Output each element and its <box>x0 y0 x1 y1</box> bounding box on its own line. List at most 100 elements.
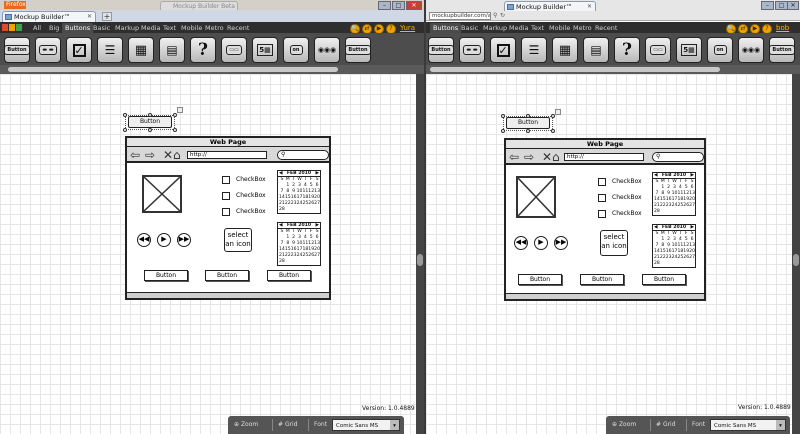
zoom-button[interactable]: ⊕ Zoom <box>612 416 636 434</box>
media-icon[interactable]: ◉◉◉ <box>314 37 340 63</box>
zoom-button[interactable]: ⊕ Zoom <box>234 416 258 434</box>
category-tab-recent[interactable]: Recent <box>592 23 620 33</box>
resize-handle[interactable] <box>123 113 127 117</box>
webpage-mockup[interactable]: Web Page ⇦ ⇨ ✕ ⌂ http:// ⚲ CheckBox Chec… <box>125 136 331 300</box>
split-button-icon[interactable]: ▬ ▬ <box>459 37 485 63</box>
resize-handle[interactable] <box>123 128 127 132</box>
category-tab-metro[interactable]: Metro <box>570 23 595 33</box>
media-icon[interactable]: ◉◉◉ <box>738 37 764 63</box>
prev-month-icon[interactable]: ◀ <box>279 171 283 177</box>
close-window-button[interactable]: ✕ <box>787 1 799 10</box>
select-icon-placeholder: select an icon <box>600 230 628 256</box>
minimize-button[interactable]: – <box>761 1 774 10</box>
grid-button[interactable]: # Grid <box>656 416 676 434</box>
category-tab-basic[interactable]: Basic <box>90 23 113 33</box>
webpage-button-1: Button <box>144 270 188 281</box>
next-month-icon[interactable]: ▶ <box>315 223 319 229</box>
button-icon[interactable]: Button <box>4 37 30 63</box>
image-placeholder <box>516 176 556 218</box>
close-window-button[interactable]: ✕ <box>406 1 422 10</box>
tabs-icon[interactable]: ▭▭ <box>645 37 671 63</box>
resize-handle[interactable] <box>148 113 152 117</box>
resize-handle[interactable] <box>526 114 530 118</box>
help-icon[interactable]: ? <box>190 37 216 63</box>
close-tab-icon[interactable]: ✕ <box>87 12 92 22</box>
category-tab-all[interactable]: All <box>30 23 44 33</box>
new-tab-button[interactable]: + <box>102 12 112 21</box>
button-icon[interactable]: Button <box>428 37 454 63</box>
vertical-scroll-thumb[interactable] <box>793 254 799 266</box>
grid-icon[interactable]: ▦ <box>552 37 578 63</box>
resize-handle[interactable] <box>501 129 505 133</box>
list-icon[interactable]: ☰ <box>521 37 547 63</box>
font-select[interactable]: Comic Sans MS ▾ <box>710 419 786 431</box>
font-select[interactable]: Comic Sans MS ▾ <box>332 419 400 431</box>
resize-handle[interactable] <box>148 128 152 132</box>
webpage-footer <box>506 293 704 299</box>
element-options-icon[interactable] <box>555 109 561 115</box>
palette-scrollbar[interactable] <box>426 65 800 74</box>
palette-scroll-thumb[interactable] <box>8 67 338 72</box>
next-month-icon[interactable]: ▶ <box>315 171 319 177</box>
checkbox-icon[interactable]: ✓ <box>490 37 516 63</box>
prev-month-icon[interactable]: ◀ <box>279 223 283 229</box>
refresh-icon[interactable]: ↻ <box>500 12 505 19</box>
tabs-icon[interactable]: ▭▭ <box>221 37 247 63</box>
button-small-icon[interactable]: Button <box>769 37 795 63</box>
next-month-icon[interactable]: ▶ <box>690 173 694 179</box>
search-icon[interactable]: ⚲ <box>493 12 497 19</box>
resize-handle[interactable] <box>173 113 177 117</box>
next-month-icon[interactable]: ▶ <box>690 225 694 231</box>
toggle-icon[interactable]: on <box>707 37 733 63</box>
list-icon[interactable]: ☰ <box>97 37 123 63</box>
canvas-vertical-scrollbar[interactable] <box>792 74 800 434</box>
resize-handle[interactable] <box>526 129 530 133</box>
category-tab-buttons[interactable]: Buttons <box>430 23 462 33</box>
category-tab-text[interactable]: Text <box>528 23 547 33</box>
palette-scrollbar[interactable] <box>0 65 424 74</box>
prev-month-icon[interactable]: ◀ <box>654 225 658 231</box>
checkbox-icon[interactable]: ✓ <box>66 37 92 63</box>
canvas-button[interactable]: Button <box>506 117 550 129</box>
resize-handle[interactable] <box>501 114 505 118</box>
home-icon: ⌂ <box>173 148 181 162</box>
close-tab-icon[interactable]: ✕ <box>587 2 592 11</box>
category-tab-basic[interactable]: Basic <box>458 23 481 33</box>
category-tab-recent[interactable]: Recent <box>224 23 252 33</box>
tab-mockup-builder[interactable]: Mockup Builder™ ✕ <box>2 11 96 22</box>
category-tab-big[interactable]: Big <box>46 23 62 33</box>
canvas-button[interactable]: Button <box>128 116 172 128</box>
firefox-menu-button[interactable]: Firefox <box>4 1 26 9</box>
resize-handle[interactable] <box>173 128 177 132</box>
form-icon[interactable]: ▤ <box>159 37 185 63</box>
user-name[interactable]: bob <box>776 24 789 32</box>
form-icon[interactable]: ▤ <box>583 37 609 63</box>
toggle-icon[interactable]: on <box>283 37 309 63</box>
split-button-icon[interactable]: ▬ ▬ <box>35 37 61 63</box>
maximize-button[interactable]: □ <box>392 1 405 10</box>
calendar-icon[interactable]: 5▦ <box>252 37 278 63</box>
webpage-mockup[interactable]: Web Page ⇦ ⇨ ✕ ⌂ http:// ⚲ CheckBox Chec… <box>504 138 706 301</box>
category-tab-metro[interactable]: Metro <box>202 23 227 33</box>
button-small-icon[interactable]: Button <box>345 37 371 63</box>
canvas-vertical-scrollbar[interactable] <box>416 74 424 434</box>
help-icon[interactable]: ? <box>614 37 640 63</box>
tab-favicon-icon <box>507 4 514 10</box>
grid-button[interactable]: # Grid <box>278 416 298 434</box>
grid-icon[interactable]: ▦ <box>128 37 154 63</box>
url-field[interactable]: mockupbuilder.com/a <box>429 12 491 20</box>
user-name[interactable]: Yura <box>400 24 415 32</box>
resize-handle[interactable] <box>551 129 555 133</box>
element-options-icon[interactable] <box>177 107 183 113</box>
forward-icon: ▶▶ <box>554 236 568 250</box>
font-label: Font <box>314 421 328 428</box>
minimize-button[interactable]: – <box>378 1 391 10</box>
category-tab-text[interactable]: Text <box>160 23 179 33</box>
tab-mockup-builder[interactable]: Mockup Builder™ ✕ <box>504 1 596 11</box>
calendar-icon[interactable]: 5▦ <box>676 37 702 63</box>
prev-month-icon[interactable]: ◀ <box>654 173 658 179</box>
category-tab-buttons[interactable]: Buttons <box>62 23 94 33</box>
palette-scroll-thumb[interactable] <box>430 67 720 72</box>
webpage-button-2: Button <box>580 274 624 285</box>
vertical-scroll-thumb[interactable] <box>417 254 423 266</box>
